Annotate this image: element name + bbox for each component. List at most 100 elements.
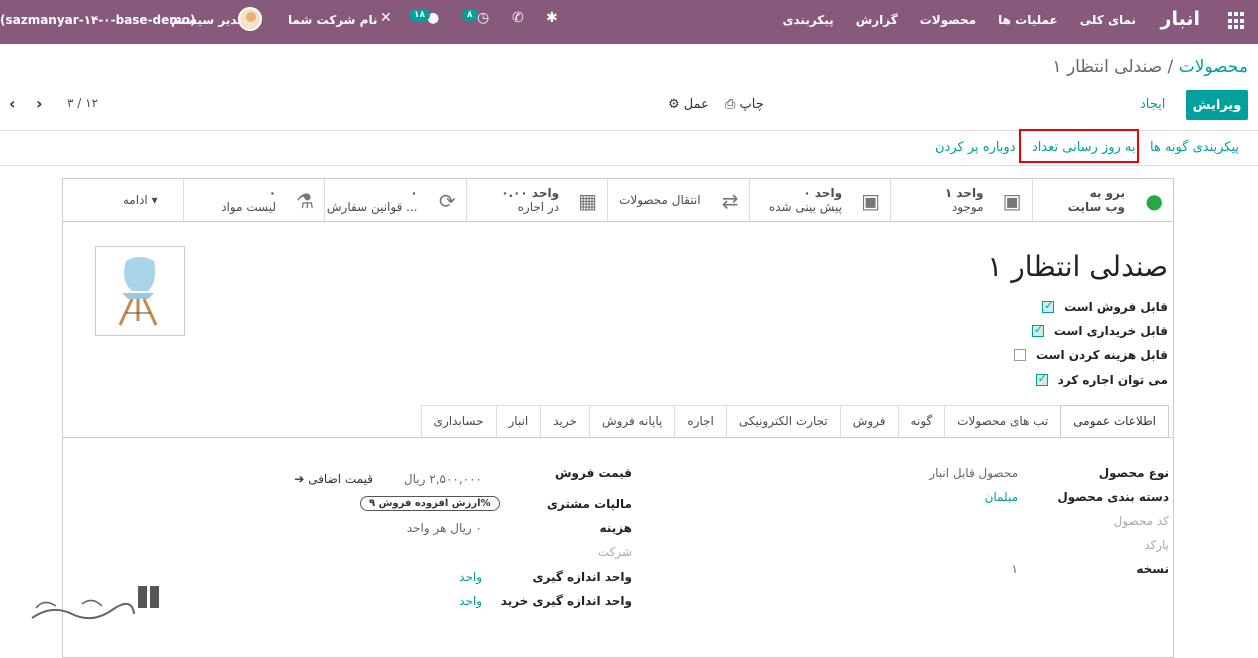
tab-ecommerce[interactable]: تجارت الکترونیکی <box>725 405 841 437</box>
category-label: دسته بندی محصول <box>1057 490 1169 504</box>
stat-label: موجود <box>951 200 984 214</box>
sale-price-field[interactable]: ۲,۵۰۰,۰۰۰ ریال <box>404 472 482 486</box>
product-name[interactable]: صندلی انتظار ۱ <box>987 250 1168 283</box>
rental-stat-button[interactable]: ▦ ۰.۰۰ واحد در اجاره <box>465 179 607 221</box>
tab-accounting[interactable]: حسابداری <box>420 405 497 437</box>
version-field[interactable]: ۱ <box>1012 562 1018 576</box>
tab-variants[interactable]: گونه <box>897 405 946 437</box>
bug-icon[interactable]: ✱ <box>546 10 558 26</box>
exchange-icon: ⇄ <box>721 189 739 213</box>
debug-tools-icon[interactable]: ✕ <box>380 10 392 26</box>
action-menu[interactable]: ⚙ عمل <box>668 97 709 112</box>
product-type-field[interactable]: محصول قابل انبار <box>929 466 1018 480</box>
tab-general-info[interactable]: اطلاعات عمومی <box>1060 405 1169 438</box>
checkbox-icon[interactable] <box>1031 323 1044 337</box>
company-field[interactable]: شرکت <box>598 545 632 559</box>
breadcrumb-current: صندلی انتظار ۱ <box>1052 57 1163 77</box>
caret-down-icon: ▾ <box>151 193 158 207</box>
menu-overview[interactable]: نمای کلی <box>1080 13 1136 27</box>
cost-field[interactable]: ۰ ریال هر واحد <box>407 521 482 535</box>
tab-rental[interactable]: اجاره <box>674 405 727 437</box>
rent-ok-checkbox[interactable]: می توان اجاره کرد <box>1035 372 1168 387</box>
print-menu[interactable]: ⎙ چاپ <box>725 97 764 112</box>
breadcrumb-separator: / <box>1167 57 1174 77</box>
user-name[interactable]: مدیر سیستم <box>171 13 245 27</box>
stat-label: لیست مواد <box>221 200 277 214</box>
pager-next-icon[interactable]: › <box>36 94 43 113</box>
print-icon: ⎙ <box>725 97 736 112</box>
cubes-icon: ▣ <box>1002 189 1022 213</box>
tab-purchase[interactable]: خرید <box>540 405 590 437</box>
arrow-right-icon: ➔ <box>294 472 305 486</box>
pager-value[interactable]: ۳ / ۱۲ <box>67 96 98 110</box>
gear-icon: ⚙ <box>668 97 680 112</box>
menu-operations[interactable]: عملیات ها <box>998 13 1058 27</box>
stat-label: پیش بینی شده <box>768 200 843 214</box>
reorder-rules-stat-button[interactable]: ⟳ ۰ قوانین سفارش ... <box>324 179 465 221</box>
tab-inventory[interactable]: انبار <box>495 405 542 437</box>
flask-icon: ⚗ <box>296 189 315 213</box>
checkbox-label: قابل خریداری است <box>1053 324 1168 338</box>
edit-button[interactable]: ویرایش <box>1186 90 1248 120</box>
menu-configuration[interactable]: پیکربندی <box>783 13 834 27</box>
cubes-icon: ▣ <box>861 189 881 213</box>
tab-product-tabs[interactable]: تب های محصولات <box>944 405 1062 437</box>
activity-badge: ۸ <box>462 9 478 21</box>
purchase-ok-checkbox[interactable]: قابل خریداری است <box>1031 323 1168 338</box>
notebook-tabs: اطلاعات عمومی تب های محصولات گونه فروش ت… <box>420 405 1169 438</box>
checkbox-icon[interactable] <box>1042 299 1055 313</box>
moves-stat-button[interactable]: ⇄ انتقال محصولات <box>607 179 748 221</box>
phone-icon[interactable]: ✆ <box>512 10 524 26</box>
purchase-uom-label: واحد اندازه گیری خرید <box>500 594 632 608</box>
internal-ref-field[interactable]: کد محصول <box>1114 514 1169 528</box>
checkbox-icon[interactable] <box>1013 349 1026 361</box>
purchase-uom-field[interactable]: واحد <box>459 594 482 608</box>
uom-label: واحد اندازه گیری <box>532 570 632 584</box>
on-hand-stat-button[interactable]: ▣ ۱ واحد موجود <box>890 179 1031 221</box>
breadcrumb-products[interactable]: محصولات <box>1179 57 1248 77</box>
extra-price-label: قیمت اضافی <box>308 472 373 486</box>
stat-label: وب سایت <box>1067 200 1125 214</box>
barcode-field[interactable]: بارکد <box>1144 538 1169 552</box>
stat-label: در اجاره <box>517 200 560 214</box>
database-name[interactable]: (sazmanyar-۱۴-۰-base-demo) <box>0 13 196 27</box>
app-title[interactable]: انبار <box>1130 8 1200 30</box>
stat-value: ۰ <box>268 186 277 200</box>
pager-prev-icon[interactable]: ‹ <box>9 94 16 113</box>
tab-sales[interactable]: فروش <box>839 405 899 437</box>
sale-ok-checkbox[interactable]: قابل فروش است <box>1042 299 1168 314</box>
product-type-label: نوع محصول <box>1098 466 1169 480</box>
more-button[interactable]: ادامه ▾ <box>63 179 183 221</box>
cost-label: هزینه <box>599 521 632 535</box>
stat-label: برو به <box>1089 186 1125 200</box>
product-image[interactable] <box>95 246 185 336</box>
avatar[interactable] <box>238 7 262 31</box>
expense-ok-checkbox[interactable]: قابل هزینه کردن است <box>1013 348 1168 362</box>
tax-tag[interactable]: ارزش افزوده فروش ۹% <box>360 496 500 511</box>
category-field[interactable]: مبلمان <box>985 490 1018 504</box>
forecast-stat-button[interactable]: ▣ ۰ واحد پیش بینی شده <box>748 179 890 221</box>
calendar-icon: ▦ <box>578 189 598 213</box>
extra-price-link[interactable]: قیمت اضافی ➔ <box>294 472 373 486</box>
replenish-button[interactable]: دوباره پر کردن <box>935 140 1016 155</box>
checkbox-label: قابل هزینه کردن است <box>1035 348 1168 362</box>
top-navbar: انبار نمای کلی عملیات ها محصولات گزارش پ… <box>0 0 1258 44</box>
apps-menu-icon[interactable] <box>1228 12 1246 30</box>
refresh-icon: ⟳ <box>438 189 456 213</box>
uom-field[interactable]: واحد <box>459 570 482 584</box>
checkbox-label: قابل فروش است <box>1064 300 1168 314</box>
configure-variants-button[interactable]: پیکربندی گونه ها <box>1150 140 1239 155</box>
activity-clock-icon[interactable]: ◷ <box>477 10 489 26</box>
tab-divider <box>62 437 1174 438</box>
menu-products[interactable]: محصولات <box>920 13 976 27</box>
bom-stat-button[interactable]: ⚗ ۰ لیست مواد <box>182 179 324 221</box>
create-button[interactable]: ایجاد <box>1140 97 1165 112</box>
checkbox-icon[interactable] <box>1035 372 1048 386</box>
website-stat-button[interactable]: ● برو به وب سایت <box>1031 179 1173 221</box>
menu-reporting[interactable]: گزارش <box>856 13 898 27</box>
company-switcher[interactable]: نام شرکت شما <box>288 13 377 27</box>
messages-badge: ۱۸ <box>409 9 430 21</box>
globe-icon: ● <box>1145 189 1163 213</box>
tab-pos[interactable]: پایانه فروش <box>588 405 676 437</box>
stat-label: قوانین سفارش ... <box>326 200 418 214</box>
